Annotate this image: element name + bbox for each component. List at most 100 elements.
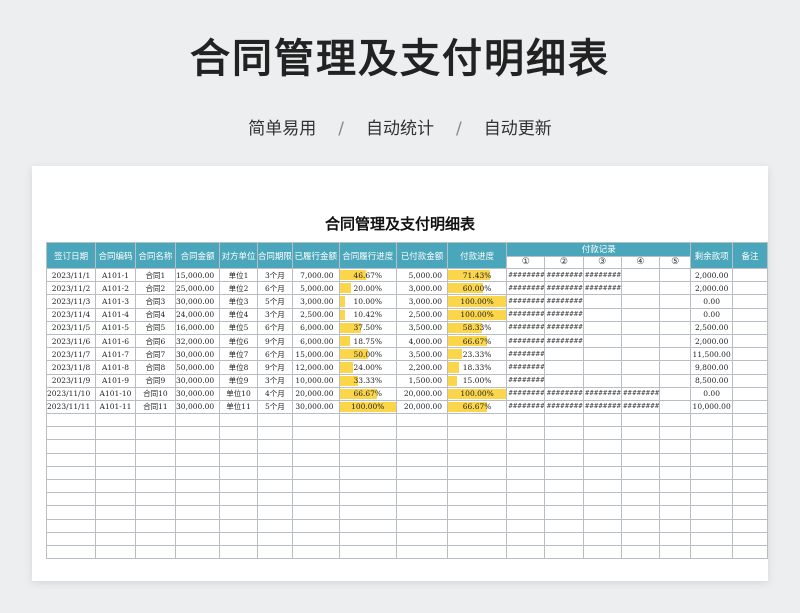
cell-name[interactable]: 合同8 — [134, 360, 177, 375]
cell-party[interactable]: 单位5 — [219, 320, 258, 335]
empty-cell[interactable] — [219, 492, 258, 507]
cell-performed[interactable]: 7,000.00 — [291, 267, 340, 283]
empty-cell[interactable] — [620, 426, 661, 441]
empty-cell[interactable] — [219, 426, 258, 441]
cell-party[interactable]: 单位11 — [219, 399, 258, 415]
cell-payment-record[interactable] — [620, 307, 661, 322]
empty-cell[interactable] — [291, 413, 340, 428]
cell-performed[interactable]: 2,500.00 — [291, 307, 340, 322]
cell-payment-record[interactable] — [620, 281, 661, 296]
cell-amount[interactable]: 30,000.00 — [175, 386, 221, 401]
empty-cell[interactable] — [256, 478, 293, 494]
empty-cell[interactable] — [338, 452, 397, 467]
cell-note[interactable] — [731, 281, 769, 296]
empty-cell[interactable] — [256, 465, 293, 481]
cell-party[interactable]: 单位4 — [219, 307, 258, 322]
empty-cell[interactable] — [582, 544, 622, 560]
cell-performed[interactable]: 15,000.00 — [291, 347, 340, 362]
empty-cell[interactable] — [175, 544, 221, 560]
cell-note[interactable] — [731, 399, 769, 415]
empty-cell[interactable] — [506, 505, 546, 520]
cell-payment-record[interactable] — [620, 320, 661, 335]
empty-cell[interactable] — [95, 439, 136, 454]
empty-cell[interactable] — [45, 465, 97, 481]
cell-note[interactable] — [731, 386, 769, 401]
empty-cell[interactable] — [134, 439, 177, 454]
empty-cell[interactable] — [175, 518, 221, 533]
cell-perf-progress[interactable]: 100.00% — [338, 399, 397, 415]
empty-cell[interactable] — [338, 439, 397, 454]
cell-payment-record[interactable]: ######## — [544, 307, 584, 322]
cell-pay-progress[interactable]: 23.33% — [447, 347, 508, 362]
empty-cell[interactable] — [620, 518, 661, 533]
cell-pay-progress[interactable]: 66.67% — [447, 399, 508, 415]
cell-code[interactable]: A101-8 — [95, 360, 136, 375]
cell-payment-record[interactable] — [582, 333, 622, 349]
empty-cell[interactable] — [731, 413, 769, 428]
cell-note[interactable] — [731, 267, 769, 283]
cell-perf-progress[interactable]: 37.50% — [338, 320, 397, 335]
empty-cell[interactable] — [658, 544, 692, 560]
cell-name[interactable]: 合同6 — [134, 333, 177, 349]
cell-note[interactable] — [731, 360, 769, 375]
cell-perf-progress[interactable]: 33.33% — [338, 373, 397, 388]
cell-payment-record[interactable] — [544, 360, 584, 375]
empty-cell[interactable] — [506, 518, 546, 533]
cell-date[interactable]: 2023/11/9 — [45, 373, 97, 388]
cell-amount[interactable]: 30,000.00 — [175, 294, 221, 309]
cell-payment-record[interactable]: ######## — [506, 373, 546, 388]
empty-cell[interactable] — [731, 518, 769, 533]
empty-cell[interactable] — [338, 478, 397, 494]
cell-payment-record[interactable]: ######## — [544, 386, 584, 401]
cell-term[interactable]: 3个月 — [256, 307, 293, 322]
empty-cell[interactable] — [447, 465, 508, 481]
cell-payment-record[interactable]: ######## — [506, 267, 546, 283]
empty-cell[interactable] — [544, 452, 584, 467]
empty-cell[interactable] — [506, 531, 546, 546]
empty-cell[interactable] — [219, 531, 258, 546]
cell-party[interactable]: 单位8 — [219, 360, 258, 375]
cell-payment-record[interactable] — [658, 333, 692, 349]
empty-cell[interactable] — [175, 426, 221, 441]
empty-cell[interactable] — [291, 452, 340, 467]
empty-cell[interactable] — [45, 426, 97, 441]
empty-cell[interactable] — [219, 478, 258, 494]
cell-date[interactable]: 2023/11/1 — [45, 267, 97, 283]
empty-cell[interactable] — [690, 518, 733, 533]
cell-remaining[interactable]: 0.00 — [690, 386, 733, 401]
cell-perf-progress[interactable]: 50.00% — [338, 347, 397, 362]
cell-date[interactable]: 2023/11/8 — [45, 360, 97, 375]
cell-paid[interactable]: 5,000.00 — [395, 267, 449, 283]
cell-term[interactable]: 4个月 — [256, 386, 293, 401]
empty-cell[interactable] — [134, 465, 177, 481]
cell-payment-record[interactable]: ######## — [506, 360, 546, 375]
empty-cell[interactable] — [620, 478, 661, 494]
empty-cell[interactable] — [395, 439, 449, 454]
cell-party[interactable]: 单位1 — [219, 267, 258, 283]
cell-term[interactable]: 3个月 — [256, 267, 293, 283]
cell-paid[interactable]: 1,500.00 — [395, 373, 449, 388]
cell-payment-record[interactable]: ######## — [544, 267, 584, 283]
cell-name[interactable]: 合同5 — [134, 320, 177, 335]
empty-cell[interactable] — [731, 531, 769, 546]
cell-payment-record[interactable]: ######## — [582, 386, 622, 401]
empty-cell[interactable] — [256, 413, 293, 428]
empty-cell[interactable] — [256, 452, 293, 467]
cell-name[interactable]: 合同1 — [134, 267, 177, 283]
cell-performed[interactable]: 30,000.00 — [291, 399, 340, 415]
empty-cell[interactable] — [620, 439, 661, 454]
cell-paid[interactable]: 3,000.00 — [395, 294, 449, 309]
empty-cell[interactable] — [395, 452, 449, 467]
cell-paid[interactable]: 3,000.00 — [395, 281, 449, 296]
empty-cell[interactable] — [45, 531, 97, 546]
empty-cell[interactable] — [338, 492, 397, 507]
empty-cell[interactable] — [395, 518, 449, 533]
cell-payment-record[interactable]: ######## — [620, 386, 661, 401]
cell-note[interactable] — [731, 320, 769, 335]
cell-date[interactable]: 2023/11/5 — [45, 320, 97, 335]
empty-cell[interactable] — [291, 492, 340, 507]
cell-note[interactable] — [731, 347, 769, 362]
empty-cell[interactable] — [447, 531, 508, 546]
empty-cell[interactable] — [256, 505, 293, 520]
cell-remaining[interactable]: 0.00 — [690, 307, 733, 322]
